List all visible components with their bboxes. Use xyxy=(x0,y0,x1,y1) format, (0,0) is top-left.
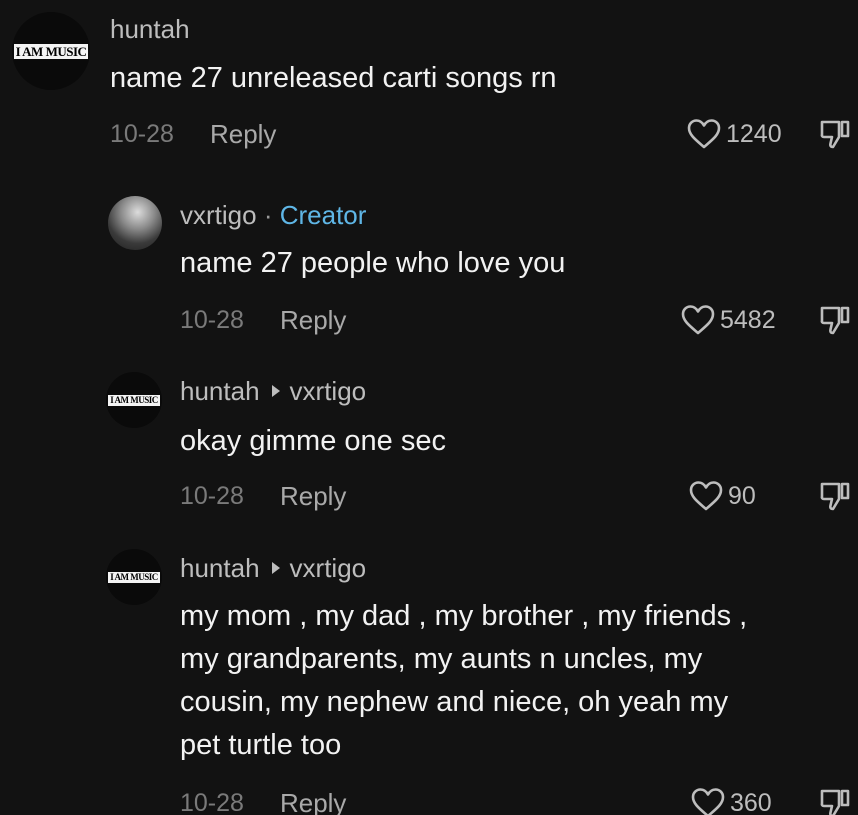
avatar[interactable]: I AM MUSIC xyxy=(12,12,90,90)
comment-text: okay gimme one sec xyxy=(180,425,446,457)
username-text[interactable]: huntah xyxy=(110,14,190,44)
reply-button[interactable]: Reply xyxy=(280,481,346,512)
like-button[interactable]: 360 xyxy=(690,785,772,815)
like-button[interactable]: 5482 xyxy=(680,302,776,338)
like-count: 90 xyxy=(728,481,756,510)
reply-button[interactable]: Reply xyxy=(280,305,346,336)
heart-outline-icon xyxy=(681,305,715,335)
creator-badge: Creator xyxy=(279,200,367,230)
username-text[interactable]: huntah xyxy=(180,376,260,406)
avatar[interactable] xyxy=(108,196,162,250)
heart-outline-icon xyxy=(691,788,725,815)
avatar[interactable]: I AM MUSIC xyxy=(106,372,162,428)
comment-username: huntah vxrtigo xyxy=(180,376,366,407)
comment-text: name 27 people who love you xyxy=(180,247,566,279)
play-arrow-icon xyxy=(271,385,280,397)
username-text[interactable]: vxrtigo xyxy=(180,200,257,230)
comment-item: vxrtigo · Creator name 27 people who lov… xyxy=(0,190,858,350)
reply-to-username[interactable]: vxrtigo xyxy=(290,553,367,583)
like-count: 1240 xyxy=(726,119,782,148)
username-text[interactable]: huntah xyxy=(180,553,260,583)
comment-date: 10-28 xyxy=(180,305,244,334)
like-count: 360 xyxy=(730,788,772,815)
comment-username[interactable]: huntah xyxy=(110,14,190,45)
reply-button[interactable]: Reply xyxy=(210,119,276,150)
comment-date: 10-28 xyxy=(110,119,174,148)
comment-text: name 27 unreleased carti songs rn xyxy=(110,62,557,94)
avatar-logo: I AM MUSIC xyxy=(108,571,160,583)
comments-screen: I AM MUSIC huntah name 27 unreleased car… xyxy=(0,0,858,815)
comment-meta: 10-28 Reply xyxy=(180,478,346,514)
comment-username: huntah vxrtigo xyxy=(180,553,366,584)
like-button[interactable]: 1240 xyxy=(686,116,782,152)
play-arrow-icon xyxy=(271,562,280,574)
comment-item: I AM MUSIC huntah vxrtigo my mom , my dad… xyxy=(0,545,858,815)
avatar-logo: I AM MUSIC xyxy=(108,394,160,406)
like-button[interactable]: 90 xyxy=(688,478,756,514)
comment-meta: 10-28 Reply xyxy=(110,116,276,152)
thumbs-down-icon[interactable] xyxy=(818,303,852,337)
heart-outline-icon xyxy=(687,119,721,149)
thumbs-down-icon[interactable] xyxy=(818,786,852,815)
like-count: 5482 xyxy=(720,305,776,334)
comment-text: my mom , my dad , my brother , my friend… xyxy=(180,600,748,761)
reply-button[interactable]: Reply xyxy=(280,788,346,815)
thumbs-down-icon[interactable] xyxy=(818,479,852,513)
heart-outline-icon xyxy=(689,481,723,511)
separator-dot: · xyxy=(263,200,273,230)
avatar-logo: I AM MUSIC xyxy=(13,43,89,59)
comment-username: vxrtigo · Creator xyxy=(180,200,366,231)
comment-meta: 10-28 Reply xyxy=(180,302,346,338)
reply-to-username[interactable]: vxrtigo xyxy=(290,376,367,406)
avatar[interactable]: I AM MUSIC xyxy=(106,549,162,605)
comment-date: 10-28 xyxy=(180,788,244,815)
comment-item: I AM MUSIC huntah name 27 unreleased car… xyxy=(0,0,858,160)
comment-item: I AM MUSIC huntah vxrtigo okay gimme one … xyxy=(0,368,858,528)
comment-meta: 10-28 Reply xyxy=(180,785,346,815)
comment-date: 10-28 xyxy=(180,481,244,510)
thumbs-down-icon[interactable] xyxy=(818,117,852,151)
